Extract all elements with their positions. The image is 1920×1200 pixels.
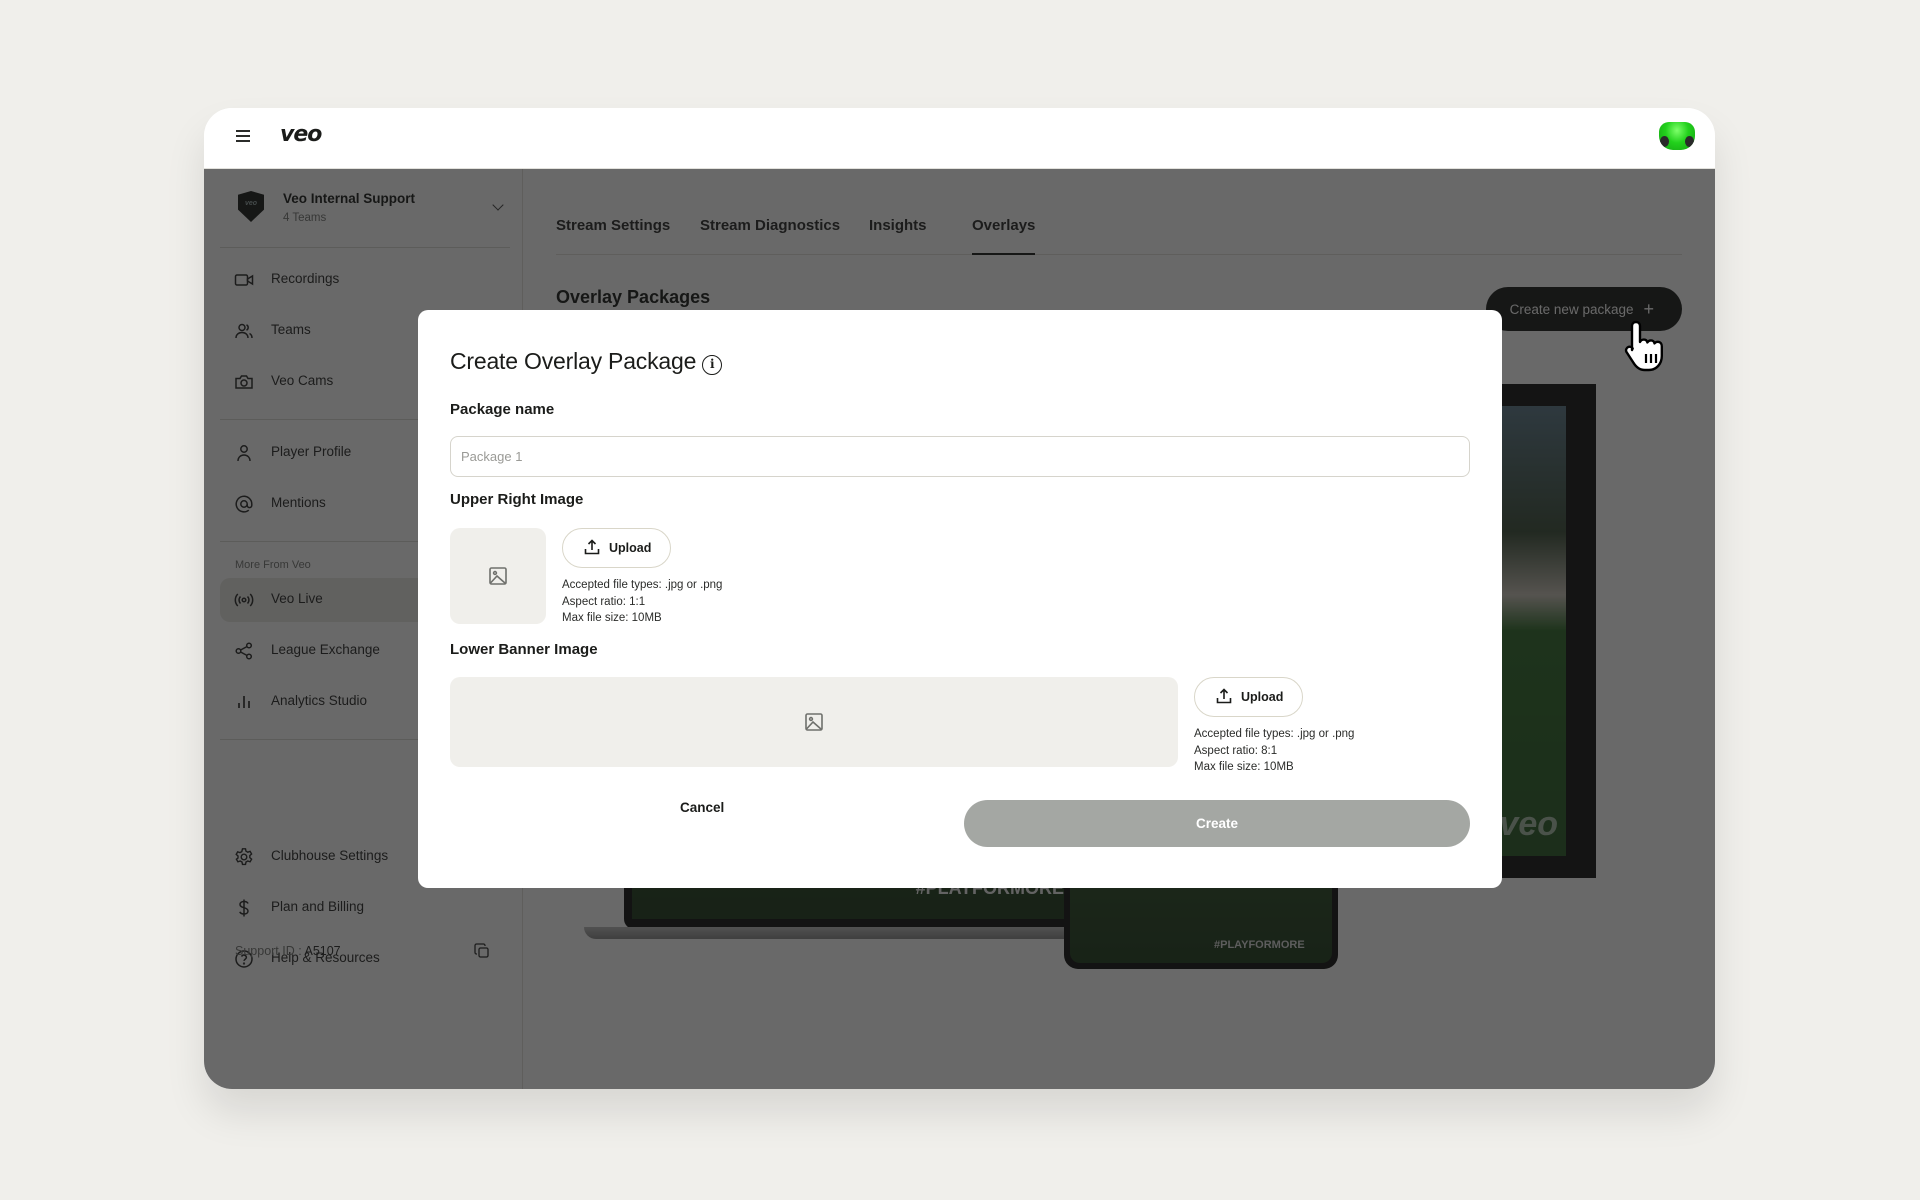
modal-title: Create Overlay Package i xyxy=(450,348,723,375)
upload-icon xyxy=(1216,688,1232,704)
upper-right-upload-button[interactable]: Upload xyxy=(562,528,672,568)
modal-title-text: Create Overlay Package xyxy=(450,348,697,374)
info-icon[interactable]: i xyxy=(702,355,723,375)
upper-right-image-dropzone[interactable] xyxy=(450,528,546,624)
menu-icon[interactable] xyxy=(236,130,250,142)
upper-right-image-label: Upper Right Image xyxy=(450,491,584,508)
create-overlay-package-modal: Create Overlay Packagei Package name Upp… xyxy=(418,310,1502,888)
package-name-label: Package name xyxy=(450,401,555,418)
upper-right-hints: Accepted file types: .jpg or .png Aspect… xyxy=(562,577,722,627)
cancel-button[interactable]: Cancel xyxy=(680,800,724,815)
image-placeholder-icon xyxy=(805,713,823,731)
package-name-input[interactable] xyxy=(450,436,1470,477)
lower-banner-image-label: Lower Banner Image xyxy=(450,641,598,658)
lower-banner-image-dropzone[interactable] xyxy=(450,677,1178,767)
hint-file-types: Accepted file types: .jpg or .png xyxy=(562,579,723,591)
hint-file-types: Accepted file types: .jpg or .png xyxy=(1194,728,1355,740)
hint-aspect-ratio: Aspect ratio: 1:1 xyxy=(562,595,646,608)
create-button[interactable]: Create xyxy=(964,800,1470,847)
lower-banner-hints: Accepted file types: .jpg or .png Aspect… xyxy=(1194,726,1354,776)
hint-max-size: Max file size: 10MB xyxy=(562,612,662,624)
top-bar: veo xyxy=(204,108,1715,169)
veo-logo[interactable]: veo xyxy=(280,122,322,147)
user-avatar[interactable] xyxy=(1659,122,1695,150)
hint-aspect-ratio: Aspect ratio: 8:1 xyxy=(1194,744,1278,757)
upload-label: Upload xyxy=(1241,690,1284,704)
lower-banner-upload-button[interactable]: Upload xyxy=(1194,677,1304,717)
upload-icon xyxy=(584,539,600,555)
image-placeholder-icon xyxy=(489,567,507,585)
hint-max-size: Max file size: 10MB xyxy=(1194,761,1294,773)
upload-label: Upload xyxy=(609,541,652,555)
